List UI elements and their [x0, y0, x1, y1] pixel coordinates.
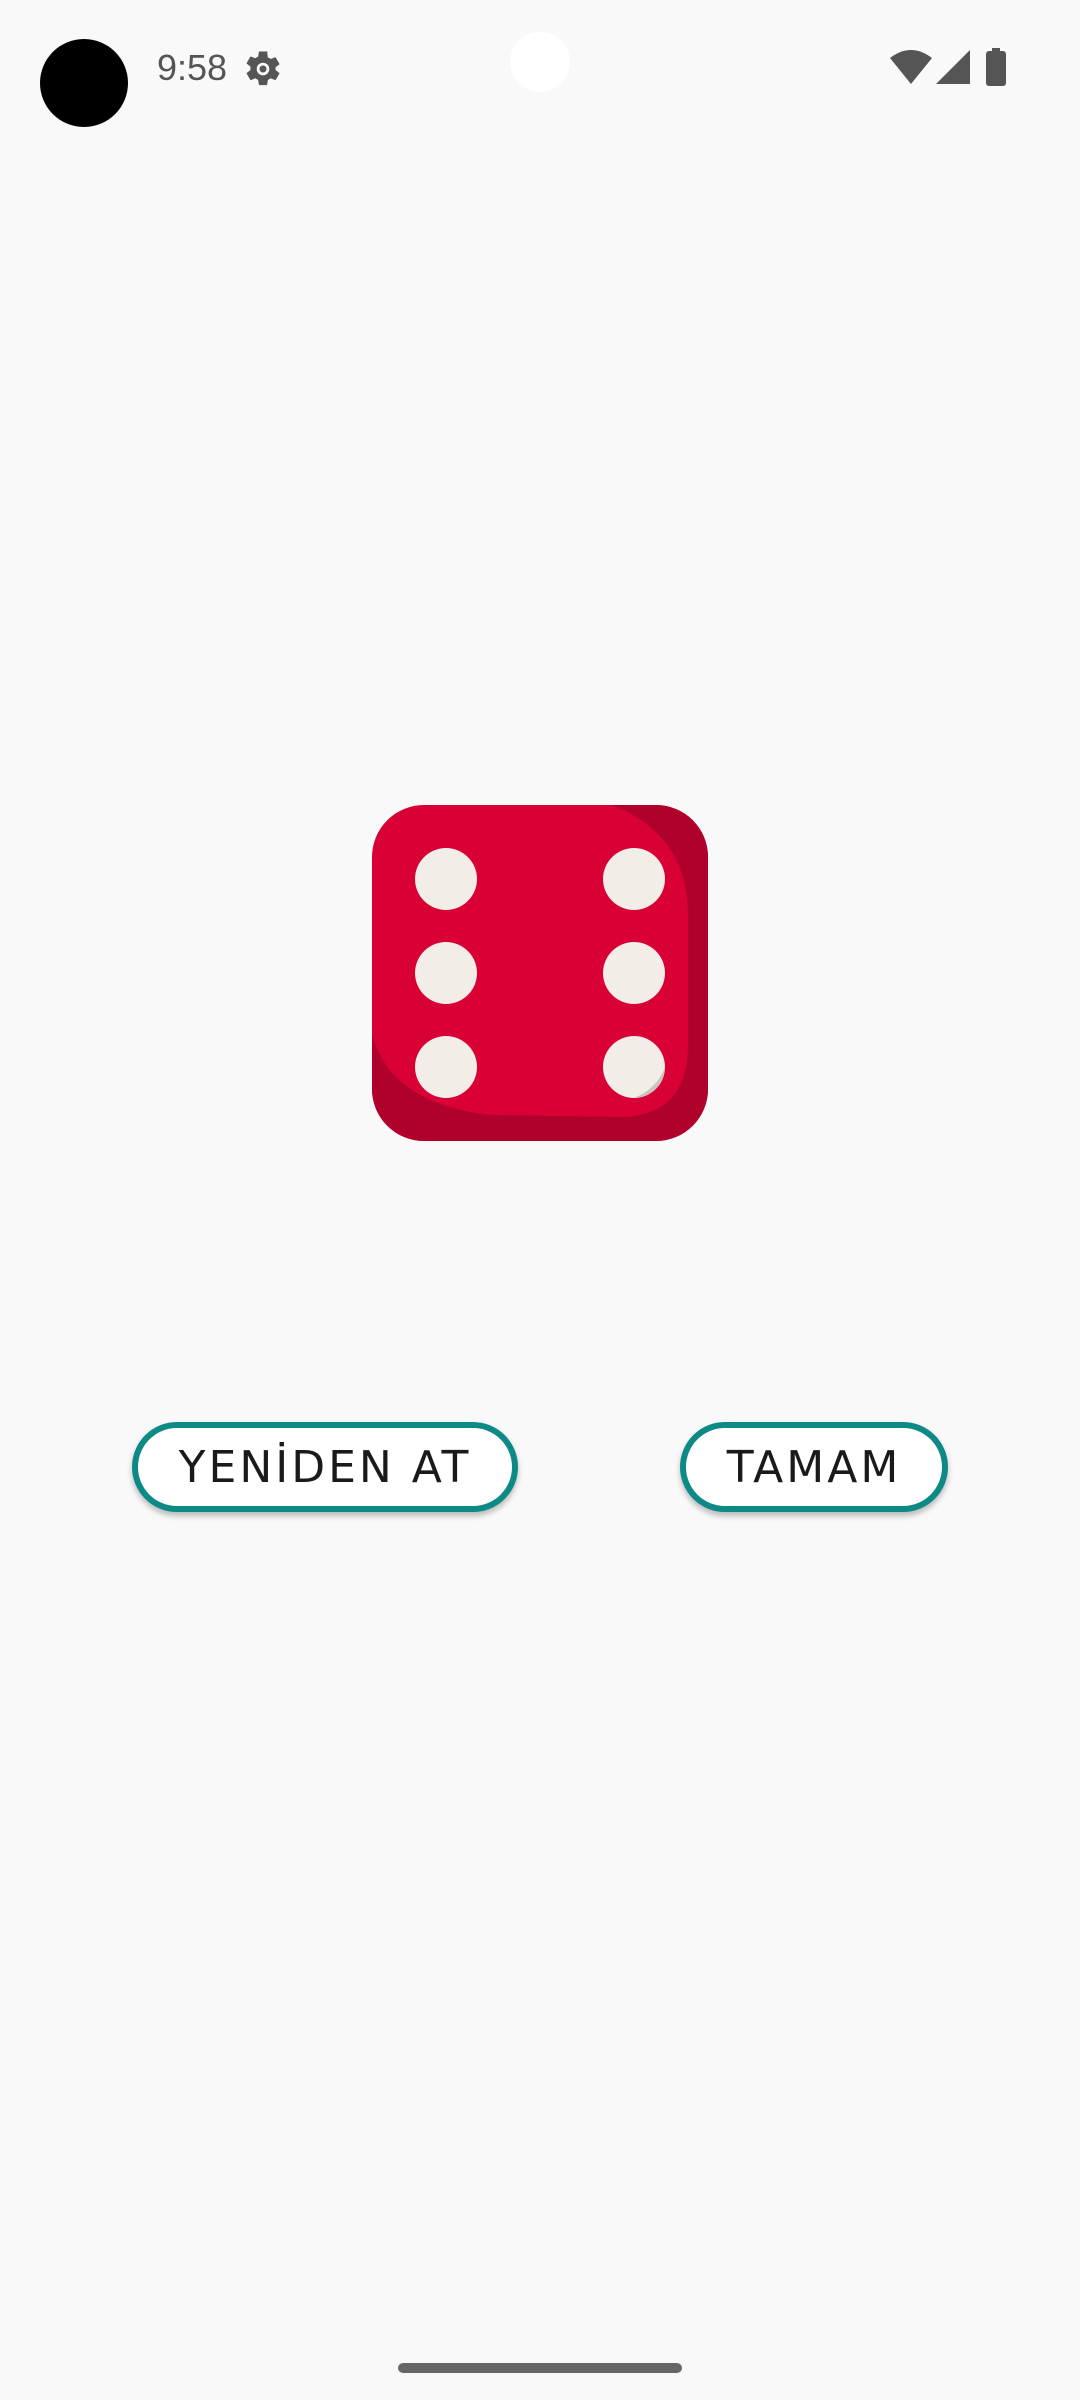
avatar — [40, 39, 128, 127]
reroll-button[interactable]: YENİDEN AT — [132, 1422, 518, 1512]
wifi-icon — [890, 50, 932, 84]
signal-icon — [936, 50, 970, 84]
front-camera — [510, 32, 570, 92]
battery-icon — [986, 48, 1006, 86]
gear-icon — [246, 51, 280, 86]
status-time: 9:58 — [157, 47, 228, 88]
home-indicator[interactable] — [398, 2363, 682, 2373]
dice-icon[interactable] — [372, 805, 708, 1141]
status-bar: 9:58 — [0, 0, 1080, 140]
ok-button[interactable]: TAMAM — [680, 1422, 948, 1512]
